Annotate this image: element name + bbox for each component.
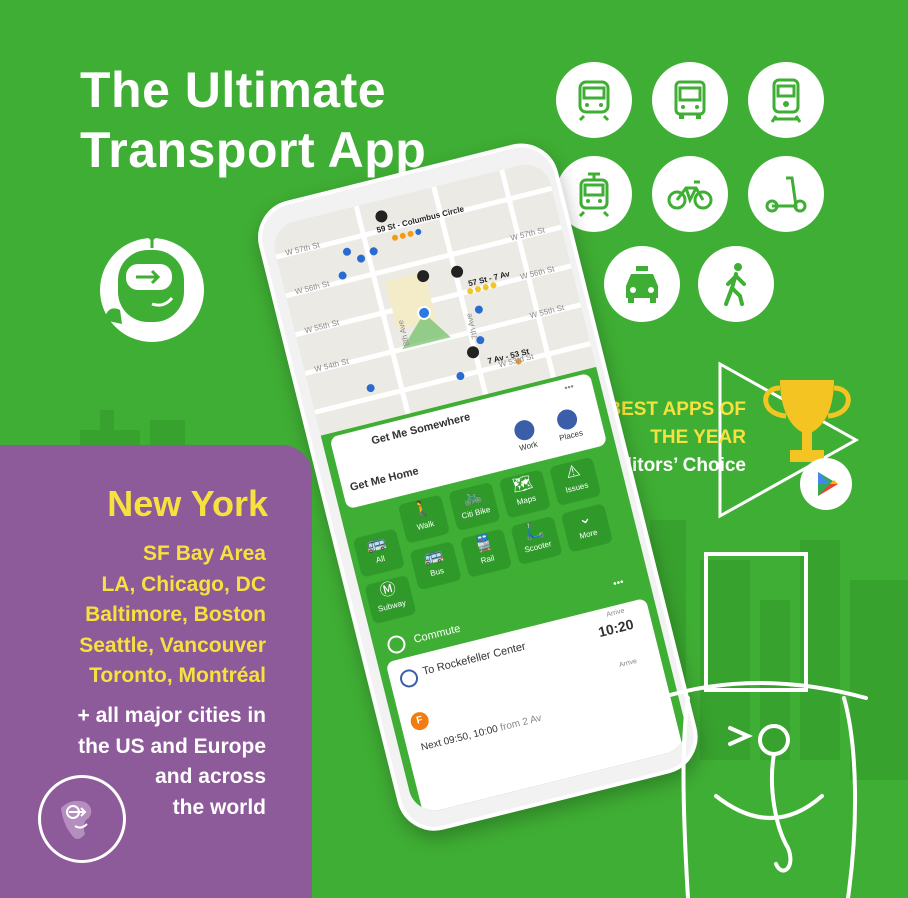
main-city: New York	[107, 483, 268, 524]
bus-mode	[652, 62, 728, 138]
taxi-icon	[626, 266, 658, 303]
tile-more[interactable]: ⌄ More	[560, 503, 614, 553]
robot-mascot	[100, 232, 204, 342]
tile-all[interactable]: 🚌 All	[352, 528, 405, 578]
bike-mode	[652, 156, 728, 232]
cities-panel: New York SF Bay Area LA, Chicago, DC Bal…	[0, 445, 312, 898]
globe-mascot	[38, 775, 126, 863]
bike-icon	[667, 180, 713, 210]
google-play-icon	[818, 472, 838, 496]
line-f-badge: F	[408, 710, 431, 733]
places-button[interactable]: Places	[548, 406, 590, 451]
headline: The Ultimate Transport App	[80, 60, 426, 180]
city-list-item: Baltimore, Boston	[85, 603, 266, 626]
next-departures: Next 09:50, 10:00 from 2 Av	[420, 713, 543, 754]
work-button[interactable]: Work	[507, 417, 545, 461]
play-store-badge	[800, 458, 852, 510]
menu-dots-icon[interactable]: •••	[563, 381, 575, 393]
tile-maps[interactable]: 🗺 Maps	[498, 469, 552, 519]
tile-citi-bike[interactable]: 🚲 Citi Bike	[448, 481, 501, 532]
city-list-item: SF Bay Area	[143, 542, 266, 565]
train-icon	[770, 78, 802, 123]
headline-line-1: The Ultimate	[80, 62, 387, 118]
star-icon	[554, 407, 580, 432]
app-store-banner: The Ultimate Transport App BEST APPS OF …	[0, 0, 908, 898]
train-mode	[748, 62, 824, 138]
destination-label: To Rockefeller Center	[421, 640, 527, 678]
next-from: from 2 Av	[499, 712, 543, 734]
work-label: Work	[518, 439, 539, 453]
taxi-mode	[604, 246, 680, 322]
subway-mode	[556, 62, 632, 138]
city-list-item: Toronto, Montréal	[89, 664, 266, 687]
commute-icon	[385, 633, 408, 656]
more-line: the US and Europe	[78, 734, 266, 758]
walk-icon	[724, 263, 746, 306]
tile-bus[interactable]: 🚌 Bus	[409, 540, 462, 591]
clock-icon	[398, 667, 420, 690]
more-line: + all major cities in	[77, 704, 267, 727]
city-list-item: LA, Chicago, DC	[101, 572, 266, 596]
headline-line-2: Transport App	[80, 122, 427, 178]
subway-icon	[578, 80, 610, 122]
places-label: Places	[558, 428, 584, 443]
tile-scooter[interactable]: 🛴 Scooter	[510, 515, 563, 566]
tile-rail[interactable]: 🚆 Rail	[459, 528, 513, 578]
get-me-home-button[interactable]: Get Me Home	[349, 465, 420, 494]
city-list-item: Seattle, Vancouver	[79, 633, 266, 657]
walk-mode	[698, 246, 774, 322]
next-times: Next 09:50, 10:00	[419, 723, 500, 754]
tile-walk[interactable]: 🚶 Walk	[397, 494, 451, 544]
scooter-mode	[748, 156, 824, 232]
globe-icon	[61, 800, 92, 839]
work-icon	[512, 418, 537, 443]
commute-label: Commute	[412, 622, 462, 646]
top-hat-mascot	[624, 552, 868, 898]
city-list: SF Bay Area LA, Chicago, DC Baltimore, B…	[0, 539, 266, 692]
more-line: and across	[155, 765, 266, 788]
tile-issues[interactable]: ⚠ Issues	[549, 456, 602, 507]
scooter-icon	[765, 176, 807, 213]
tile-subway[interactable]: Ⓜ Subway	[364, 574, 417, 625]
bus-icon	[674, 80, 706, 119]
